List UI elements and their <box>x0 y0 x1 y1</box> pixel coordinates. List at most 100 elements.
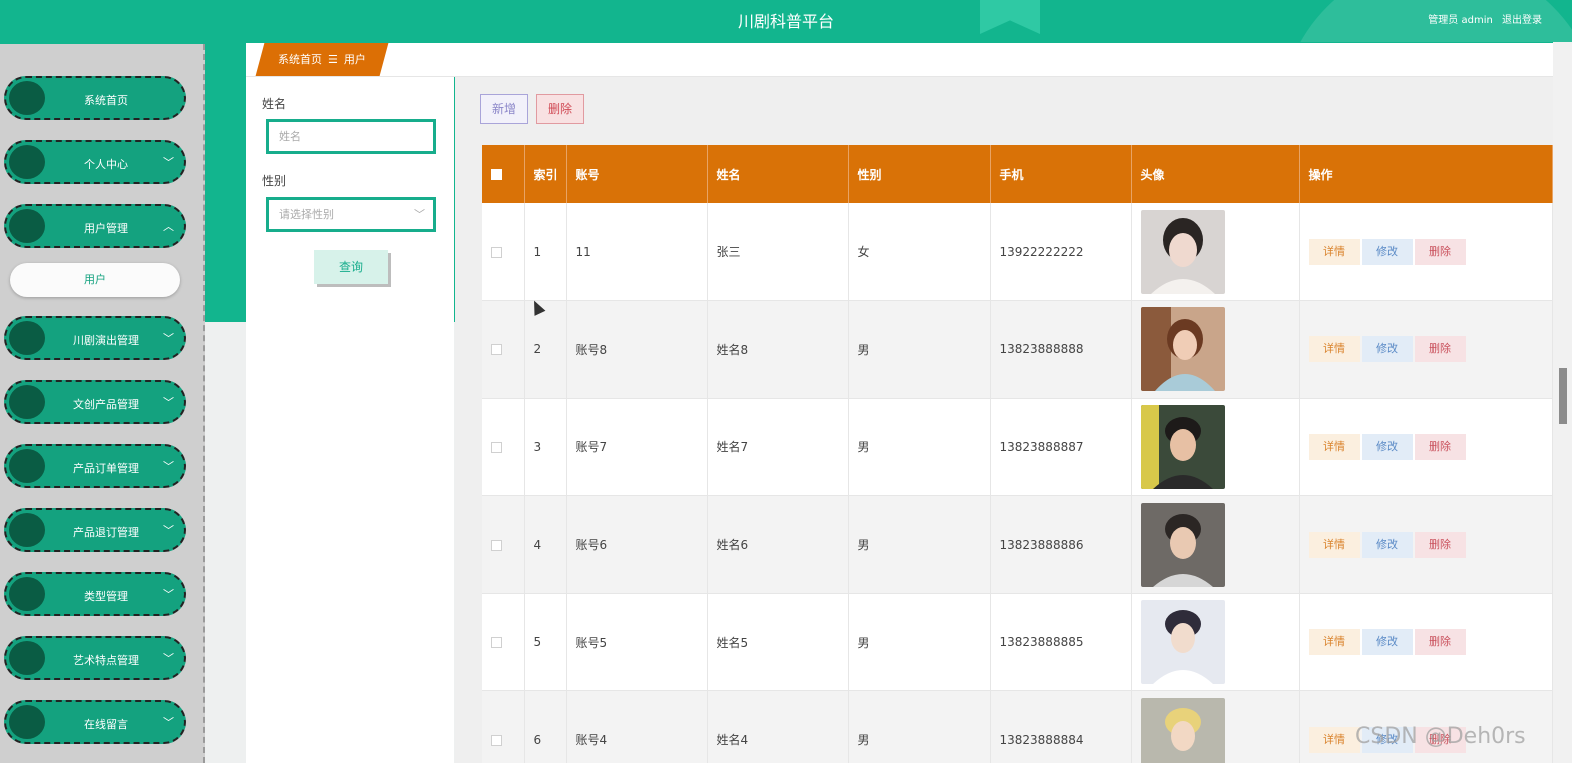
delete-button[interactable]: 删除 <box>1414 238 1466 265</box>
avatar <box>1140 307 1225 392</box>
chevron-down-icon: ﹀ <box>163 524 174 537</box>
cell-index: 1 <box>524 203 567 302</box>
table-row: 3 账号7 姓名7 男 13823888887 详情 修改 删除 <box>482 398 1553 497</box>
sidebar-item-label: 川剧演出管理 <box>73 334 139 347</box>
column-header-account: 账号 <box>566 145 708 203</box>
sidebar-item-opera-performance[interactable]: 川剧演出管理 ﹀ <box>4 316 186 360</box>
table-row: 2 账号8 姓名8 男 13823888888 详情 修改 删除 <box>482 300 1553 399</box>
detail-button[interactable]: 详情 <box>1308 336 1360 363</box>
chevron-down-icon: ﹀ <box>163 652 174 665</box>
select-all-checkbox[interactable] <box>491 169 502 180</box>
gender-select[interactable]: 请选择性别 ﹀ <box>266 197 436 232</box>
avatar <box>1140 502 1225 587</box>
chevron-down-icon: ﹀ <box>163 396 174 409</box>
top-header: 川剧科普平台 管理员 admin 退出登录 <box>0 0 1572 280</box>
row-checkbox[interactable] <box>491 734 502 746</box>
row-checkbox[interactable] <box>491 637 502 649</box>
name-input[interactable]: 姓名 <box>266 119 436 154</box>
cell-gender: 女 <box>848 203 991 302</box>
detail-button[interactable]: 详情 <box>1308 629 1360 656</box>
cell-index: 6 <box>524 690 567 763</box>
sidebar-item-personal-center[interactable]: 个人中心 ﹀ <box>4 140 186 184</box>
cell-account: 账号7 <box>566 398 708 497</box>
sidebar-item-home[interactable]: 系统首页 <box>4 76 186 120</box>
cell-index: 2 <box>524 300 567 399</box>
sidebar-item-label: 产品退订管理 <box>73 526 139 539</box>
cell-name: 姓名5 <box>707 593 849 692</box>
avatar <box>1140 209 1225 294</box>
cell-phone: 13823888884 <box>990 690 1132 763</box>
add-button[interactable]: 新增 <box>480 94 528 124</box>
cell-name: 姓名8 <box>707 300 849 399</box>
query-button[interactable]: 查询 <box>314 250 388 284</box>
menu-dot-icon <box>9 209 45 243</box>
cell-index: 5 <box>524 593 567 692</box>
edit-button[interactable]: 修改 <box>1361 336 1413 363</box>
delete-button[interactable]: 删除 <box>1414 629 1466 656</box>
edit-button[interactable]: 修改 <box>1361 629 1413 656</box>
name-label: 姓名 <box>262 97 287 111</box>
cell-gender: 男 <box>848 398 991 497</box>
chevron-down-icon: ﹀ <box>163 156 174 169</box>
sidebar-item-messages[interactable]: 在线留言 ﹀ <box>4 700 186 744</box>
cell-name: 姓名6 <box>707 495 849 594</box>
breadcrumb-current: 用户 <box>343 53 366 66</box>
sidebar-item-product-refunds[interactable]: 产品退订管理 ﹀ <box>4 508 186 552</box>
cell-account: 账号5 <box>566 593 708 692</box>
chevron-down-icon: ﹀ <box>163 332 174 345</box>
breadcrumb-home[interactable]: 系统首页 <box>278 53 322 66</box>
chevron-up-icon: ︿ <box>163 220 174 233</box>
row-checkbox[interactable] <box>491 344 502 356</box>
avatar <box>1140 600 1225 685</box>
delete-button[interactable]: 删除 <box>1414 433 1466 460</box>
sidebar-subitem-user[interactable]: 用户 <box>10 263 180 297</box>
menu-dot-icon <box>9 145 45 179</box>
sidebar-item-label: 用户管理 <box>84 222 128 235</box>
detail-button[interactable]: 详情 <box>1308 531 1360 558</box>
sidebar-item-art-features[interactable]: 艺术特点管理 ﹀ <box>4 636 186 680</box>
row-checkbox[interactable] <box>491 441 502 453</box>
cell-gender: 男 <box>848 300 991 399</box>
avatar <box>1140 697 1225 763</box>
detail-button[interactable]: 详情 <box>1308 433 1360 460</box>
chevron-down-icon: ﹀ <box>163 460 174 473</box>
cell-phone: 13823888885 <box>990 593 1132 692</box>
menu-dot-icon <box>9 577 45 611</box>
column-header-gender: 性别 <box>848 145 991 203</box>
page-scrollbar[interactable] <box>1553 42 1572 763</box>
row-checkbox[interactable] <box>491 246 502 258</box>
gender-select-placeholder: 请选择性别 <box>279 208 334 221</box>
detail-button[interactable]: 详情 <box>1308 726 1360 753</box>
watermark: CSDN @Deh0rs <box>1355 724 1526 749</box>
cell-phone: 13922222222 <box>990 203 1132 302</box>
scrollbar-thumb[interactable] <box>1559 368 1567 424</box>
column-header-index: 索引 <box>524 145 567 203</box>
row-checkbox[interactable] <box>491 539 502 551</box>
edit-button[interactable]: 修改 <box>1361 433 1413 460</box>
admin-label: 管理员 admin <box>1428 15 1493 26</box>
chevron-down-icon: ﹀ <box>414 208 425 221</box>
cell-index: 4 <box>524 495 567 594</box>
cell-name: 姓名7 <box>707 398 849 497</box>
sidebar-item-label: 在线留言 <box>84 718 128 731</box>
app-title: 川剧科普平台 <box>737 12 834 31</box>
menu-dot-icon <box>9 81 45 115</box>
chevron-down-icon: ﹀ <box>163 716 174 729</box>
sidebar-item-product-orders[interactable]: 产品订单管理 ﹀ <box>4 444 186 488</box>
sidebar-item-label: 艺术特点管理 <box>73 654 139 667</box>
column-header-avatar: 头像 <box>1131 145 1300 203</box>
detail-button[interactable]: 详情 <box>1308 238 1360 265</box>
sidebar-item-cultural-products[interactable]: 文创产品管理 ﹀ <box>4 380 186 424</box>
delete-button[interactable]: 删除 <box>1414 336 1466 363</box>
breadcrumb-bar: 系统首页 ☰ 用户 <box>246 43 1553 77</box>
sidebar-item-user-management[interactable]: 用户管理 ︿ <box>4 204 186 248</box>
sidebar-item-type-management[interactable]: 类型管理 ﹀ <box>4 572 186 616</box>
table-row: 4 账号6 姓名6 男 13823888886 详情 修改 删除 <box>482 495 1553 594</box>
logout-link[interactable]: 退出登录 <box>1502 15 1542 26</box>
edit-button[interactable]: 修改 <box>1361 238 1413 265</box>
select-all-checkbox-header[interactable] <box>482 145 525 203</box>
delete-button[interactable]: 删除 <box>1414 531 1466 558</box>
bulk-delete-button[interactable]: 删除 <box>536 94 584 124</box>
edit-button[interactable]: 修改 <box>1361 531 1413 558</box>
breadcrumb-separator-icon: ☰ <box>328 53 338 66</box>
